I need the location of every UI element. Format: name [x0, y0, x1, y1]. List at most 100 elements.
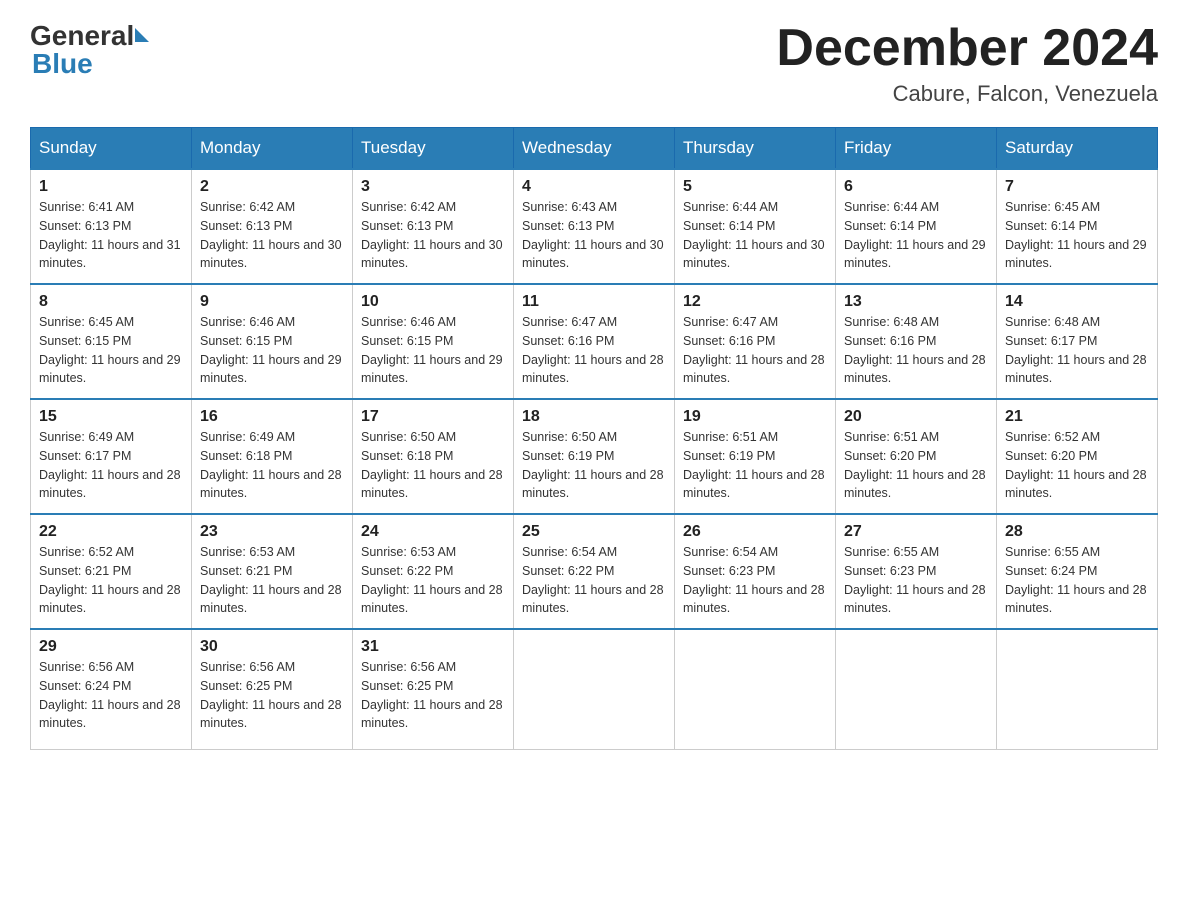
month-title: December 2024	[776, 20, 1158, 77]
calendar-cell: 9 Sunrise: 6:46 AMSunset: 6:15 PMDaylight…	[192, 284, 353, 399]
calendar-cell: 26 Sunrise: 6:54 AMSunset: 6:23 PMDayligh…	[675, 514, 836, 629]
day-number: 25	[522, 523, 666, 541]
calendar-cell: 14Sunrise: 6:48 AMSunset: 6:17 PMDayligh…	[997, 284, 1158, 399]
day-number: 7	[1005, 178, 1149, 196]
day-number: 26	[683, 523, 827, 541]
day-info: Sunrise: 6:42 AMSunset: 6:13 PMDaylight:…	[361, 198, 505, 273]
day-info: Sunrise: 6:49 AMSunset: 6:18 PMDaylight:…	[200, 428, 344, 503]
calendar-cell: 21Sunrise: 6:52 AMSunset: 6:20 PMDayligh…	[997, 399, 1158, 514]
day-info: Sunrise: 6:51 AMSunset: 6:20 PMDaylight:…	[844, 428, 988, 503]
calendar-cell: 2 Sunrise: 6:42 AMSunset: 6:13 PMDaylight…	[192, 169, 353, 284]
day-number: 20	[844, 408, 988, 426]
calendar-header-wednesday: Wednesday	[514, 128, 675, 170]
calendar-cell: 16 Sunrise: 6:49 AMSunset: 6:18 PMDayligh…	[192, 399, 353, 514]
day-info: Sunrise: 6:49 AMSunset: 6:17 PMDaylight:…	[39, 428, 183, 503]
location-subtitle: Cabure, Falcon, Venezuela	[776, 81, 1158, 107]
day-number: 11	[522, 293, 666, 311]
day-number: 29	[39, 638, 183, 656]
day-info: Sunrise: 6:46 AMSunset: 6:15 PMDaylight:…	[200, 313, 344, 388]
day-info: Sunrise: 6:48 AMSunset: 6:17 PMDaylight:…	[1005, 313, 1149, 388]
calendar-cell: 30 Sunrise: 6:56 AMSunset: 6:25 PMDayligh…	[192, 629, 353, 749]
day-info: Sunrise: 6:48 AMSunset: 6:16 PMDaylight:…	[844, 313, 988, 388]
calendar-cell: 28 Sunrise: 6:55 AMSunset: 6:24 PMDayligh…	[997, 514, 1158, 629]
calendar-cell	[514, 629, 675, 749]
day-info: Sunrise: 6:51 AMSunset: 6:19 PMDaylight:…	[683, 428, 827, 503]
day-number: 18	[522, 408, 666, 426]
calendar-cell: 27Sunrise: 6:55 AMSunset: 6:23 PMDayligh…	[836, 514, 997, 629]
day-number: 30	[200, 638, 344, 656]
day-info: Sunrise: 6:53 AMSunset: 6:22 PMDaylight:…	[361, 543, 505, 618]
calendar-week-row: 15 Sunrise: 6:49 AMSunset: 6:17 PMDayligh…	[31, 399, 1158, 514]
day-info: Sunrise: 6:44 AMSunset: 6:14 PMDaylight:…	[844, 198, 988, 273]
calendar-header-saturday: Saturday	[997, 128, 1158, 170]
day-info: Sunrise: 6:45 AMSunset: 6:14 PMDaylight:…	[1005, 198, 1149, 273]
calendar-header-thursday: Thursday	[675, 128, 836, 170]
calendar-cell: 18 Sunrise: 6:50 AMSunset: 6:19 PMDayligh…	[514, 399, 675, 514]
day-number: 28	[1005, 523, 1149, 541]
calendar-week-row: 1 Sunrise: 6:41 AMSunset: 6:13 PMDaylight…	[31, 169, 1158, 284]
calendar-cell: 13 Sunrise: 6:48 AMSunset: 6:16 PMDayligh…	[836, 284, 997, 399]
calendar-cell: 7 Sunrise: 6:45 AMSunset: 6:14 PMDaylight…	[997, 169, 1158, 284]
day-info: Sunrise: 6:54 AMSunset: 6:23 PMDaylight:…	[683, 543, 827, 618]
calendar-header-monday: Monday	[192, 128, 353, 170]
day-info: Sunrise: 6:47 AMSunset: 6:16 PMDaylight:…	[522, 313, 666, 388]
day-number: 31	[361, 638, 505, 656]
calendar-cell: 4 Sunrise: 6:43 AMSunset: 6:13 PMDaylight…	[514, 169, 675, 284]
day-info: Sunrise: 6:52 AMSunset: 6:20 PMDaylight:…	[1005, 428, 1149, 503]
day-info: Sunrise: 6:50 AMSunset: 6:19 PMDaylight:…	[522, 428, 666, 503]
day-number: 3	[361, 178, 505, 196]
calendar-cell: 19 Sunrise: 6:51 AMSunset: 6:19 PMDayligh…	[675, 399, 836, 514]
day-number: 9	[200, 293, 344, 311]
calendar-header-sunday: Sunday	[31, 128, 192, 170]
day-info: Sunrise: 6:44 AMSunset: 6:14 PMDaylight:…	[683, 198, 827, 273]
day-info: Sunrise: 6:41 AMSunset: 6:13 PMDaylight:…	[39, 198, 183, 273]
day-number: 13	[844, 293, 988, 311]
day-info: Sunrise: 6:53 AMSunset: 6:21 PMDaylight:…	[200, 543, 344, 618]
calendar-cell: 6 Sunrise: 6:44 AMSunset: 6:14 PMDaylight…	[836, 169, 997, 284]
calendar-cell: 5 Sunrise: 6:44 AMSunset: 6:14 PMDaylight…	[675, 169, 836, 284]
calendar-cell	[997, 629, 1158, 749]
day-info: Sunrise: 6:42 AMSunset: 6:13 PMDaylight:…	[200, 198, 344, 273]
day-info: Sunrise: 6:45 AMSunset: 6:15 PMDaylight:…	[39, 313, 183, 388]
day-number: 8	[39, 293, 183, 311]
day-number: 15	[39, 408, 183, 426]
calendar-week-row: 29 Sunrise: 6:56 AMSunset: 6:24 PMDayligh…	[31, 629, 1158, 749]
calendar-cell: 20 Sunrise: 6:51 AMSunset: 6:20 PMDayligh…	[836, 399, 997, 514]
day-number: 1	[39, 178, 183, 196]
day-info: Sunrise: 6:55 AMSunset: 6:24 PMDaylight:…	[1005, 543, 1149, 618]
calendar-table: SundayMondayTuesdayWednesdayThursdayFrid…	[30, 127, 1158, 750]
calendar-header-tuesday: Tuesday	[353, 128, 514, 170]
day-number: 10	[361, 293, 505, 311]
calendar-cell: 11 Sunrise: 6:47 AMSunset: 6:16 PMDayligh…	[514, 284, 675, 399]
calendar-cell: 3 Sunrise: 6:42 AMSunset: 6:13 PMDaylight…	[353, 169, 514, 284]
logo-blue-text: Blue	[32, 48, 149, 80]
calendar-cell: 31 Sunrise: 6:56 AMSunset: 6:25 PMDayligh…	[353, 629, 514, 749]
day-number: 5	[683, 178, 827, 196]
day-info: Sunrise: 6:56 AMSunset: 6:25 PMDaylight:…	[361, 658, 505, 733]
day-info: Sunrise: 6:56 AMSunset: 6:25 PMDaylight:…	[200, 658, 344, 733]
calendar-week-row: 8 Sunrise: 6:45 AMSunset: 6:15 PMDaylight…	[31, 284, 1158, 399]
day-number: 4	[522, 178, 666, 196]
day-info: Sunrise: 6:52 AMSunset: 6:21 PMDaylight:…	[39, 543, 183, 618]
title-section: December 2024 Cabure, Falcon, Venezuela	[776, 20, 1158, 107]
calendar-cell: 22 Sunrise: 6:52 AMSunset: 6:21 PMDayligh…	[31, 514, 192, 629]
day-number: 2	[200, 178, 344, 196]
day-number: 17	[361, 408, 505, 426]
day-number: 22	[39, 523, 183, 541]
day-info: Sunrise: 6:54 AMSunset: 6:22 PMDaylight:…	[522, 543, 666, 618]
day-number: 12	[683, 293, 827, 311]
day-number: 6	[844, 178, 988, 196]
day-info: Sunrise: 6:43 AMSunset: 6:13 PMDaylight:…	[522, 198, 666, 273]
day-number: 16	[200, 408, 344, 426]
calendar-cell: 8 Sunrise: 6:45 AMSunset: 6:15 PMDaylight…	[31, 284, 192, 399]
calendar-cell: 29 Sunrise: 6:56 AMSunset: 6:24 PMDayligh…	[31, 629, 192, 749]
day-info: Sunrise: 6:50 AMSunset: 6:18 PMDaylight:…	[361, 428, 505, 503]
day-number: 23	[200, 523, 344, 541]
day-number: 24	[361, 523, 505, 541]
day-info: Sunrise: 6:56 AMSunset: 6:24 PMDaylight:…	[39, 658, 183, 733]
calendar-header-row: SundayMondayTuesdayWednesdayThursdayFrid…	[31, 128, 1158, 170]
calendar-cell	[836, 629, 997, 749]
calendar-cell: 24 Sunrise: 6:53 AMSunset: 6:22 PMDayligh…	[353, 514, 514, 629]
day-number: 19	[683, 408, 827, 426]
calendar-cell: 17 Sunrise: 6:50 AMSunset: 6:18 PMDayligh…	[353, 399, 514, 514]
